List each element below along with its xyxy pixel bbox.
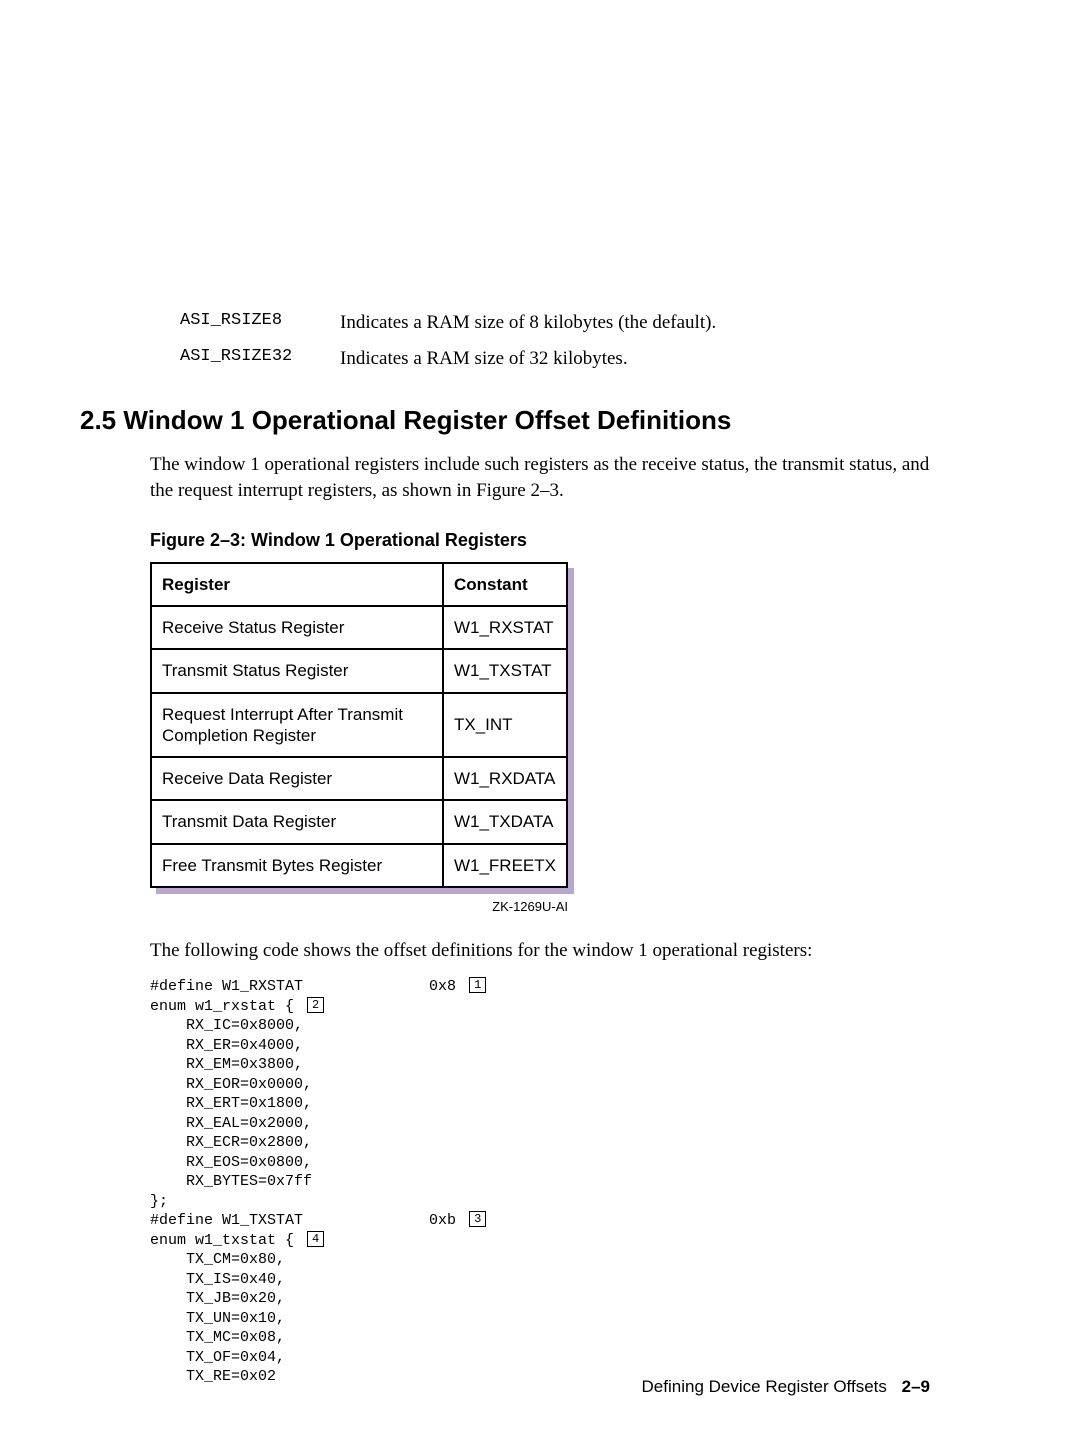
table-header-row: Register Constant xyxy=(151,563,567,606)
definition-term: ASI_RSIZE32 xyxy=(180,346,340,372)
table-header-constant: Constant xyxy=(443,563,567,606)
code-line: TX_UN=0x10, xyxy=(150,1310,285,1327)
callout-2: 2 xyxy=(307,997,324,1013)
code-line: RX_EAL=0x2000, xyxy=(150,1115,312,1132)
code-line: #define W1_RXSTAT 0x8 xyxy=(150,978,465,995)
callout-4: 4 xyxy=(307,1231,324,1247)
section-number: 2.5 xyxy=(80,405,116,435)
cell-constant: W1_TXDATA xyxy=(443,800,567,843)
cell-constant: W1_RXSTAT xyxy=(443,606,567,649)
definition-term: ASI_RSIZE8 xyxy=(180,310,340,336)
cell-constant: W1_FREETX xyxy=(443,844,567,887)
table-row: Receive Data Register W1_RXDATA xyxy=(151,757,567,800)
code-line: TX_CM=0x80, xyxy=(150,1251,285,1268)
code-line: RX_IC=0x8000, xyxy=(150,1017,303,1034)
page: ASI_RSIZE8 Indicates a RAM size of 8 kil… xyxy=(0,0,1080,1447)
footer-page-number: 2–9 xyxy=(902,1377,930,1396)
cell-register: Transmit Data Register xyxy=(151,800,443,843)
section-heading: 2.5 Window 1 Operational Register Offset… xyxy=(80,403,930,438)
figure-code: ZK-1269U-AI xyxy=(150,898,568,916)
code-line: TX_RE=0x02 xyxy=(150,1368,276,1385)
code-line: RX_ERT=0x1800, xyxy=(150,1095,312,1112)
table-header-register: Register xyxy=(151,563,443,606)
definition-description: Indicates a RAM size of 8 kilobytes (the… xyxy=(340,310,716,336)
paragraph: The window 1 operational registers inclu… xyxy=(150,452,930,503)
code-line: RX_EM=0x3800, xyxy=(150,1056,303,1073)
table-row: Transmit Data Register W1_TXDATA xyxy=(151,800,567,843)
code-line: enum w1_txstat { xyxy=(150,1232,303,1249)
page-footer: Defining Device Register Offsets 2–9 xyxy=(642,1376,930,1399)
callout-3: 3 xyxy=(469,1211,486,1227)
definition-row: ASI_RSIZE8 Indicates a RAM size of 8 kil… xyxy=(180,310,930,336)
definition-row: ASI_RSIZE32 Indicates a RAM size of 32 k… xyxy=(180,346,930,372)
code-line: TX_MC=0x08, xyxy=(150,1329,285,1346)
register-table: Register Constant Receive Status Registe… xyxy=(150,562,568,888)
table-row: Receive Status Register W1_RXSTAT xyxy=(151,606,567,649)
code-block: #define W1_RXSTAT 0x8 1 enum w1_rxstat {… xyxy=(150,977,930,1387)
code-line: #define W1_TXSTAT 0xb xyxy=(150,1212,465,1229)
code-line: RX_BYTES=0x7ff xyxy=(150,1173,312,1190)
table-row: Transmit Status Register W1_TXSTAT xyxy=(151,649,567,692)
cell-register: Free Transmit Bytes Register xyxy=(151,844,443,887)
cell-constant: TX_INT xyxy=(443,693,567,758)
code-line: }; xyxy=(150,1193,168,1210)
cell-register: Receive Data Register xyxy=(151,757,443,800)
paragraph: The following code shows the offset defi… xyxy=(150,938,930,964)
figure-caption: Figure 2–3: Window 1 Operational Registe… xyxy=(150,528,930,552)
cell-constant: W1_TXSTAT xyxy=(443,649,567,692)
code-line: RX_EOR=0x0000, xyxy=(150,1076,312,1093)
table-row: Request Interrupt After Transmit Complet… xyxy=(151,693,567,758)
code-line: RX_ER=0x4000, xyxy=(150,1037,303,1054)
code-line: TX_JB=0x20, xyxy=(150,1290,285,1307)
cell-register: Request Interrupt After Transmit Complet… xyxy=(151,693,443,758)
cell-register: Receive Status Register xyxy=(151,606,443,649)
code-line: TX_IS=0x40, xyxy=(150,1271,285,1288)
figure-table-wrap: Register Constant Receive Status Registe… xyxy=(150,562,568,888)
footer-title: Defining Device Register Offsets xyxy=(642,1377,887,1396)
callout-1: 1 xyxy=(469,977,486,993)
code-line: enum w1_rxstat { xyxy=(150,998,303,1015)
code-line: RX_ECR=0x2800, xyxy=(150,1134,312,1151)
code-line: RX_EOS=0x0800, xyxy=(150,1154,312,1171)
section-title: Window 1 Operational Register Offset Def… xyxy=(123,405,731,435)
cell-register: Transmit Status Register xyxy=(151,649,443,692)
code-line: TX_OF=0x04, xyxy=(150,1349,285,1366)
table-row: Free Transmit Bytes Register W1_FREETX xyxy=(151,844,567,887)
definition-description: Indicates a RAM size of 32 kilobytes. xyxy=(340,346,628,372)
cell-constant: W1_RXDATA xyxy=(443,757,567,800)
